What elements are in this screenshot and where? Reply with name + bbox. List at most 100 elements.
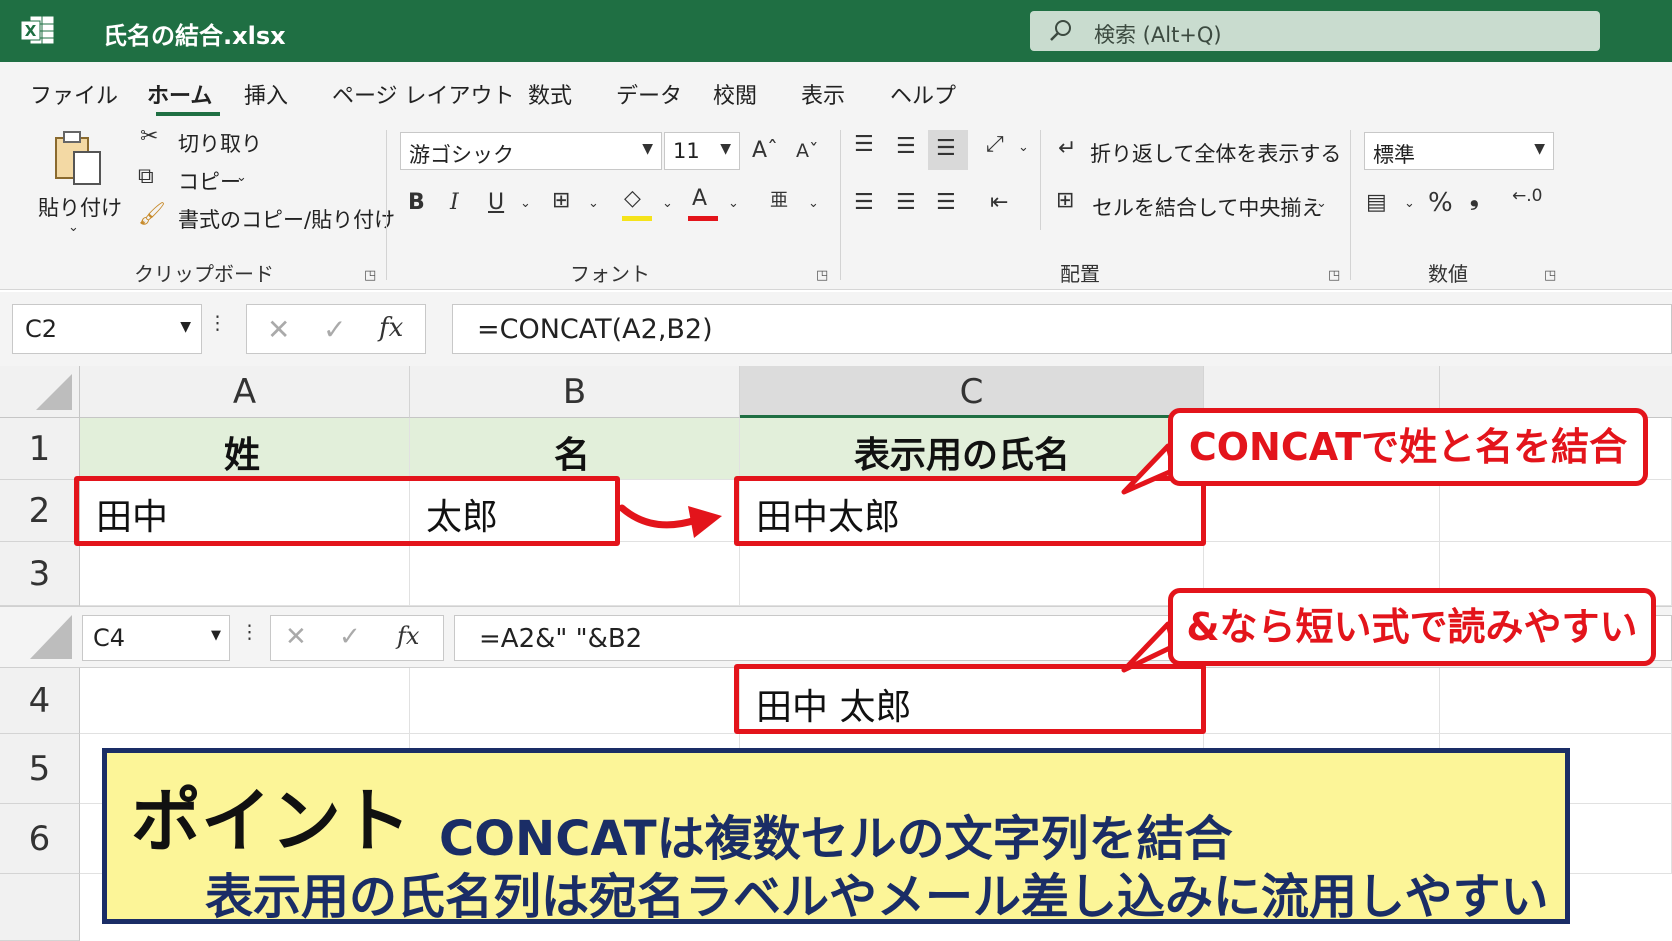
chevron-down-icon[interactable]: ⌄ [1316,196,1327,211]
column-header-c[interactable]: C [740,366,1204,418]
percent-button[interactable]: % [1428,188,1453,218]
decrease-indent-icon[interactable]: ⇤ [990,190,1008,215]
underline-button[interactable]: U [488,190,504,215]
tab-file[interactable]: ファイル [30,78,118,110]
name-box[interactable]: C2 ▼ [12,304,202,354]
formula-input[interactable]: =CONCAT(A2,B2) [452,304,1672,354]
insert-function-icon[interactable]: fx [379,313,403,343]
fill-color-icon[interactable]: ◇ [624,186,641,211]
enter-check-icon[interactable]: ✓ [339,622,361,652]
cancel-icon[interactable]: ✕ [267,313,290,346]
insert-function-icon[interactable]: fx [397,622,419,650]
align-left-icon[interactable]: ☰ [854,190,874,215]
merge-center-button[interactable]: セルを結合して中央揃え [1092,192,1322,222]
column-header-a[interactable]: A [80,366,410,418]
increase-font-icon[interactable]: Aˆ [752,138,778,163]
inset-name-box[interactable]: C4 ▼ [82,615,230,661]
align-middle-icon[interactable]: ☰ [896,134,916,159]
select-all-icon [36,374,72,410]
dialog-launcher-icon[interactable]: ◳ [816,268,828,283]
tab-review[interactable]: 校閲 [713,78,757,110]
dialog-launcher-icon[interactable]: ◳ [364,268,376,283]
decrease-font-icon[interactable]: Aˇ [796,140,819,162]
borders-icon[interactable]: ⊞ [552,188,570,213]
tab-page-layout[interactable]: ページ レイアウト [332,78,515,110]
chevron-down-icon[interactable]: ⌄ [520,196,531,211]
enter-check-icon[interactable]: ✓ [323,313,346,346]
font-size-select[interactable]: 11 ▼ [664,132,740,170]
cell-b3[interactable] [410,542,740,606]
cell-c1-text: 表示用の氏名 [854,435,1071,476]
tab-view[interactable]: 表示 [801,78,845,110]
group-divider [386,130,387,280]
chevron-down-icon[interactable]: ⌄ [728,196,739,211]
merge-center-icon[interactable]: ⊞ [1056,188,1074,213]
copy-icon[interactable]: ⧉ [138,164,154,189]
align-center-icon[interactable]: ☰ [896,190,916,215]
chevron-down-icon[interactable]: ⌄ [1018,140,1029,155]
cell-e4[interactable] [1440,668,1672,734]
chevron-down-icon[interactable]: ⌄ [808,196,819,211]
search-box[interactable]: 検索 (Alt+Q) [1030,11,1600,51]
cut-label[interactable]: 切り取り [178,128,262,158]
row-header-5[interactable]: 5 [0,734,80,804]
cell-a3[interactable] [80,542,410,606]
chevron-down-icon[interactable]: ⌄ [1404,196,1415,211]
font-color-icon[interactable]: A [692,186,707,211]
row-header-2[interactable]: 2 [0,480,80,542]
row-header-6[interactable]: 6 [0,804,80,874]
tab-data[interactable]: データ [616,78,682,110]
dialog-launcher-icon[interactable]: ◳ [1328,268,1340,283]
row-header-7[interactable] [0,874,80,941]
phonetic-guide-icon[interactable]: 亜 [770,186,788,212]
align-bottom-button[interactable]: ☰ [928,130,968,170]
comma-style-icon[interactable]: ❟ [1470,186,1479,211]
group-divider [1040,130,1041,230]
select-all-corner[interactable] [0,366,80,418]
chevron-down-icon[interactable]: ⌄ [662,196,673,211]
paste-button[interactable]: 貼り付け ⌄ [30,126,126,241]
increase-decimal-icon[interactable]: ←.0 [1512,186,1542,206]
wrap-text-button[interactable]: 折り返して全体を表示する [1090,138,1341,168]
font-family-select[interactable]: 游ゴシック ▼ [400,132,662,170]
bold-button[interactable]: B [408,190,425,215]
format-painter-icon[interactable]: 🖌 [138,202,166,227]
paste-icon [55,131,101,185]
row-header-1[interactable]: 1 [0,418,80,480]
row-header-3[interactable]: 3 [0,542,80,606]
chevron-down-icon: ▼ [720,141,731,157]
chevron-down-icon[interactable]: ⌄ [588,196,599,211]
cell-b1[interactable]: 名 [410,418,740,480]
dialog-launcher-icon[interactable]: ◳ [1544,268,1556,283]
cell-e2[interactable] [1440,480,1672,542]
tab-help[interactable]: ヘルプ [890,78,956,110]
italic-button[interactable]: I [450,190,459,215]
align-top-icon[interactable]: ☰ [854,132,874,157]
cell-a4[interactable] [80,668,410,734]
more-options-icon[interactable]: ⋮ [240,621,259,643]
wrap-text-icon[interactable]: ↵ [1058,136,1076,161]
accounting-format-icon[interactable]: ▤ [1366,190,1387,215]
cell-c3[interactable] [740,542,1204,606]
tab-home[interactable]: ホーム [147,78,212,110]
copy-label[interactable]: コピー [178,166,241,196]
align-right-icon[interactable]: ☰ [936,190,956,215]
more-options-icon[interactable]: ⋮ [208,312,227,334]
chevron-down-icon[interactable]: ⌄ [236,170,247,185]
scissors-icon[interactable]: ✂ [140,124,158,149]
format-painter-label[interactable]: 書式のコピー/貼り付け [178,204,395,234]
row-header-4[interactable]: 4 [0,668,80,734]
tab-formulas[interactable]: 数式 [528,78,572,110]
formula-value: =CONCAT(A2,B2) [477,314,713,345]
column-header-b[interactable]: B [410,366,740,418]
number-format-select[interactable]: 標準 ▼ [1364,132,1554,170]
cell-b4[interactable] [410,668,740,734]
name-box-value: C2 [25,315,58,343]
cell-a1[interactable]: 姓 [80,418,410,480]
cell-d2[interactable] [1204,480,1440,542]
cell-d4[interactable] [1204,668,1440,734]
group-divider [1350,130,1351,280]
cancel-icon[interactable]: ✕ [285,622,307,652]
orientation-icon[interactable]: ⤢ [986,132,1004,157]
tab-insert[interactable]: 挿入 [244,78,288,110]
